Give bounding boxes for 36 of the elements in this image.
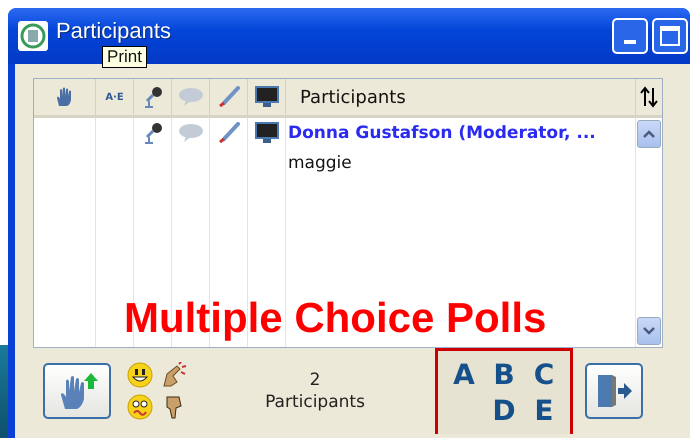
monitor-icon <box>254 86 278 108</box>
speech-bubble-icon <box>178 87 204 107</box>
maximize-icon <box>659 25 681 47</box>
poll-answer-button[interactable]: B <box>486 356 522 392</box>
column-header[interactable]: A·E <box>105 92 124 102</box>
scroll-down-button[interactable] <box>637 317 661 345</box>
smiley-icon[interactable] <box>127 362 153 388</box>
poll-answer-button[interactable]: D <box>486 392 522 428</box>
participant-count: 2 <box>310 370 320 390</box>
poll-answer-button[interactable]: E <box>526 392 562 428</box>
window-title: Participants <box>56 18 171 44</box>
poll-answer-button[interactable]: A <box>446 356 482 392</box>
participant-name[interactable]: Donna Gustafson (Moderator, ... <box>288 123 596 143</box>
monitor-icon <box>254 122 278 144</box>
callout-text: Multiple Choice Polls <box>124 294 546 342</box>
participant-name[interactable]: maggie <box>288 153 352 173</box>
chevron-up-icon <box>642 129 656 139</box>
column-header[interactable]: Participants <box>300 86 406 108</box>
minimize-icon <box>624 40 636 44</box>
applause-icon[interactable] <box>161 362 187 388</box>
minimize-button[interactable] <box>612 18 648 54</box>
participant-count-label: Participants <box>265 392 365 412</box>
app-logo-icon <box>18 21 48 51</box>
maximize-button[interactable] <box>652 18 688 54</box>
poll-answer-button[interactable]: C <box>526 356 562 392</box>
confused-face-icon[interactable] <box>127 394 153 420</box>
exit-button[interactable] <box>585 363 643 419</box>
raise-hand-button[interactable] <box>43 363 111 419</box>
scrollbar[interactable] <box>636 118 662 347</box>
pen-icon <box>218 86 240 108</box>
chevron-down-icon <box>642 326 656 336</box>
sort-icon[interactable] <box>639 86 659 108</box>
speech-bubble-icon <box>178 123 204 143</box>
tooltip: Print <box>102 46 147 68</box>
scroll-up-button[interactable] <box>637 120 661 148</box>
pen-icon <box>218 122 240 144</box>
